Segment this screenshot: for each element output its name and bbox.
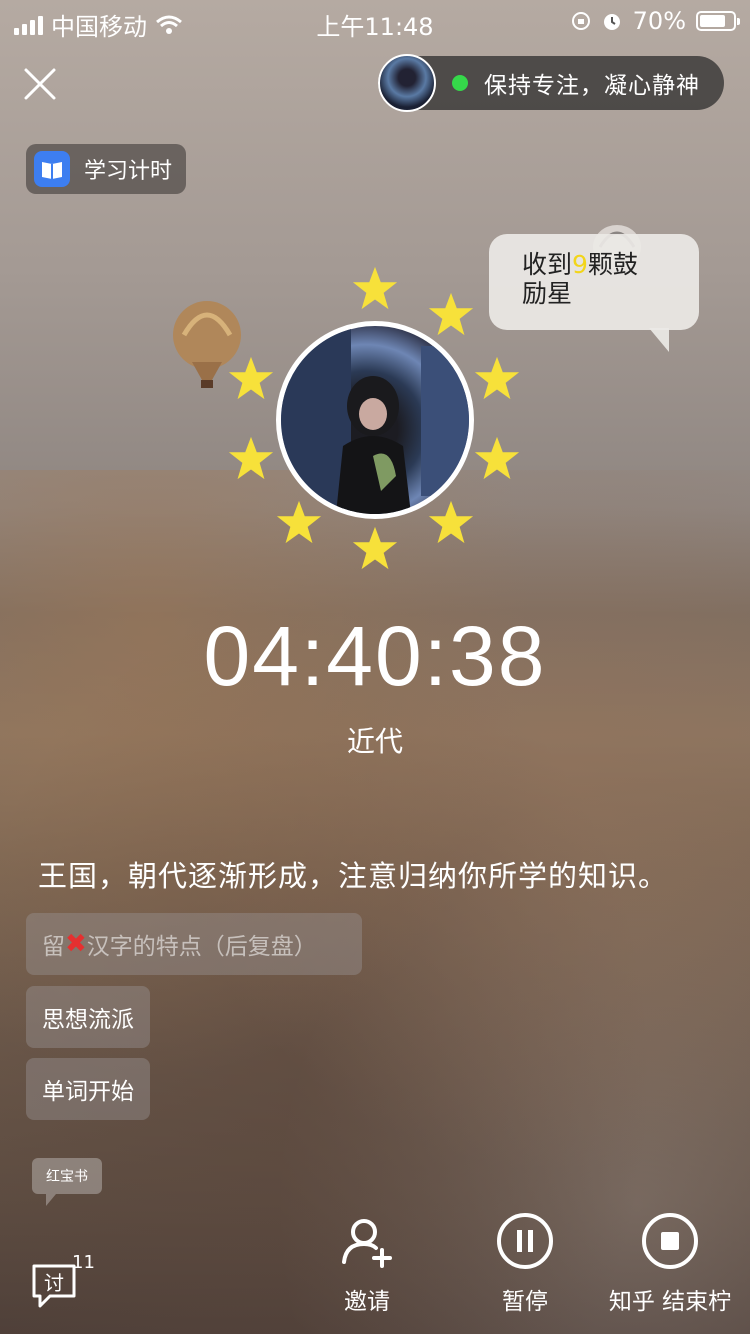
task-item-done[interactable]: 留 ✖ 汉字的特点（后复盘）	[26, 913, 362, 975]
pause-label: 暂停	[502, 1289, 548, 1315]
end-button[interactable]: 知乎 结束柠	[608, 1212, 732, 1316]
star-icon	[474, 356, 520, 400]
pause-icon	[497, 1213, 553, 1269]
add-user-icon	[342, 1219, 392, 1268]
discussion-button[interactable]: 讨	[30, 1262, 78, 1308]
task-prefix: 留	[42, 934, 65, 960]
bubble-prefix: 收到	[522, 250, 573, 279]
star-icon	[352, 526, 398, 570]
task-item[interactable]: 思想流派	[26, 986, 150, 1048]
status-bar: 中国移动 上午11:48 70%	[0, 0, 750, 41]
star-icon	[228, 436, 274, 480]
chat-bubble-icon: 讨	[32, 1264, 76, 1308]
task-label: 汉字的特点（后复盘）	[86, 934, 317, 960]
rotation-lock-icon	[571, 12, 590, 30]
battery-percent: 70%	[632, 7, 686, 35]
star-icon	[228, 356, 274, 400]
cross-mark-icon: ✖	[65, 929, 87, 959]
star-icon	[474, 436, 520, 480]
study-period-label: 近代	[346, 725, 403, 758]
stop-icon	[642, 1213, 698, 1269]
pause-button[interactable]: 暂停	[470, 1212, 580, 1316]
bubble-line2: 励星	[522, 279, 573, 308]
focus-status-text: 保持专注，凝心静神	[484, 73, 700, 99]
study-tag-label: 学习计时	[84, 159, 173, 184]
user-avatar-small[interactable]	[378, 54, 436, 112]
alarm-icon	[603, 14, 620, 30]
study-note: 王国，朝代逐渐形成，注意归纳你所学的知识。	[38, 859, 669, 893]
close-icon[interactable]	[22, 66, 58, 102]
task-label: 单词开始	[42, 1079, 134, 1105]
task-item[interactable]: 单词开始	[26, 1058, 150, 1120]
invite-label: 邀请	[344, 1289, 390, 1315]
invite-button[interactable]: 邀请	[312, 1212, 422, 1316]
user-avatar[interactable]	[276, 321, 474, 519]
star-icon	[428, 292, 474, 336]
star-icon	[276, 500, 322, 544]
study-timer-tag[interactable]: 学习计时	[26, 144, 187, 194]
background-landscape	[0, 470, 750, 1334]
star-icon	[352, 266, 398, 310]
star-count: 9	[572, 250, 588, 279]
elapsed-timer: 04:40:38	[203, 609, 547, 703]
task-label: 思想流派	[42, 1007, 134, 1033]
battery-icon	[696, 11, 740, 31]
discussion-icon-label: 讨	[44, 1271, 64, 1295]
star-icon	[428, 500, 474, 544]
discussion-count: 11	[72, 1252, 95, 1273]
bubble-suffix: 颗鼓	[587, 250, 638, 279]
online-status-icon	[452, 75, 468, 91]
tag-bubble[interactable]: 红宝书	[32, 1158, 102, 1206]
end-label: 知乎 结束柠	[608, 1289, 732, 1315]
focus-status-pill[interactable]: 保持专注，凝心静神	[378, 54, 724, 112]
book-icon	[34, 151, 70, 187]
